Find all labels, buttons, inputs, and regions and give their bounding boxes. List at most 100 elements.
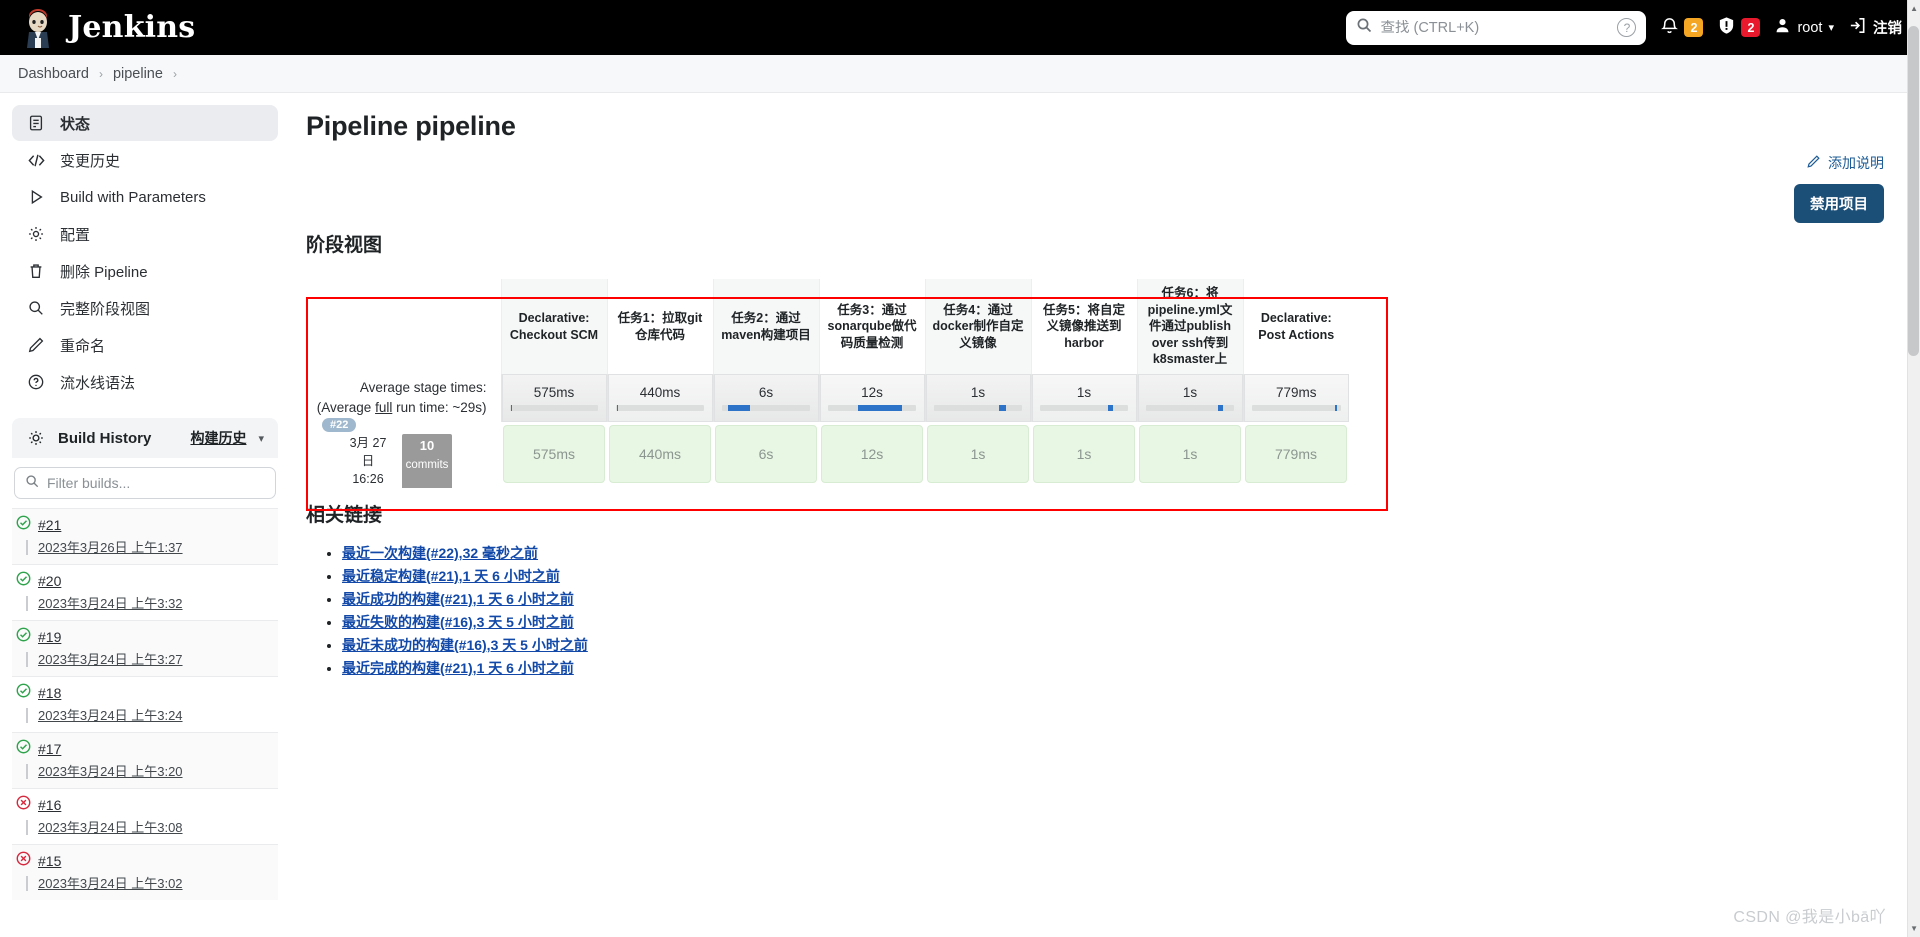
run-stage-cell-7[interactable]: 779ms — [1243, 422, 1349, 486]
run-build-number[interactable]: #22 — [322, 418, 357, 432]
build-history-item[interactable]: #20 2023年3月24日 上午3:32 — [12, 564, 278, 620]
build-date-link[interactable]: 2023年3月24日 上午3:20 — [26, 764, 183, 779]
average-time-bar-7 — [1251, 405, 1341, 411]
sidebar-item-configure[interactable]: 配置 — [12, 216, 278, 252]
stage-header-7[interactable]: Declarative: Post Actions — [1242, 279, 1349, 374]
page-scrollbar[interactable]: ▲ ▼ — [1907, 0, 1920, 937]
average-time-cell-3: 12s — [818, 374, 925, 422]
filter-builds-box[interactable] — [14, 467, 276, 499]
build-history-item[interactable]: #17 2023年3月24日 上午3:20 — [12, 732, 278, 788]
jenkins-logo-icon — [18, 8, 58, 48]
sidebar-item-delete-pipeline[interactable]: 删除 Pipeline — [12, 253, 278, 289]
build-number-link[interactable]: #16 — [38, 797, 61, 813]
sidebar-item-build-with-parameters[interactable]: Build with Parameters — [12, 179, 278, 215]
stage-header-3[interactable]: 任务3：通过sonarqube做代码质量检测 — [818, 279, 925, 374]
help-icon[interactable]: ? — [1617, 18, 1637, 37]
logout-button[interactable]: 注销 — [1848, 16, 1902, 39]
notifications[interactable]: 2 — [1660, 16, 1704, 40]
run-commits-badge[interactable]: 10 commits — [402, 434, 452, 489]
build-number-link[interactable]: #20 — [38, 573, 61, 589]
build-history-icon — [26, 428, 46, 448]
sidebar-item-rename[interactable]: 重命名 — [12, 327, 278, 363]
notification-count-badge[interactable]: 2 — [1684, 18, 1704, 37]
scroll-up-arrow-icon[interactable]: ▲ — [1910, 4, 1918, 13]
filter-builds-input[interactable] — [47, 475, 265, 491]
run-stage-cell-6[interactable]: 1s — [1137, 422, 1243, 486]
related-link-0[interactable]: 最近一次构建(#22),32 毫秒之前 — [342, 545, 538, 561]
run-date-line1: 3月 27 — [349, 436, 387, 450]
average-time-value-5: 1s — [1076, 385, 1092, 400]
user-menu[interactable]: root ▾ — [1774, 17, 1834, 38]
average-time-cell-0: 575ms — [500, 374, 607, 422]
run-stage-cell-5[interactable]: 1s — [1031, 422, 1137, 486]
build-history-item[interactable]: #21 2023年3月26日 上午1:37 — [12, 508, 278, 564]
stage-header-2[interactable]: 任务2：通过maven构建项目 — [712, 279, 819, 374]
related-link-1[interactable]: 最近稳定构建(#21),1 天 6 小时之前 — [342, 568, 560, 584]
global-search[interactable]: ? — [1346, 10, 1647, 45]
scroll-down-arrow-icon[interactable]: ▼ — [1910, 924, 1918, 933]
run-stage-cell-3[interactable]: 12s — [819, 422, 925, 486]
run-stage-value-3: 12s — [821, 425, 923, 483]
jenkins-brand[interactable]: Jenkins — [18, 8, 195, 48]
search-icon — [25, 474, 39, 493]
sidebar-item-full-stage-view[interactable]: 完整阶段视图 — [12, 290, 278, 326]
related-links-title: 相关链接 — [306, 505, 383, 526]
build-date-link[interactable]: 2023年3月26日 上午1:37 — [26, 540, 183, 555]
build-history-item[interactable]: #16 2023年3月24日 上午3:08 — [12, 788, 278, 844]
build-date-link[interactable]: 2023年3月24日 上午3:24 — [26, 708, 183, 723]
build-history-link[interactable]: 构建历史 — [190, 428, 246, 448]
run-build-info: #22 3月 27 日 16:26 10 commits — [306, 418, 501, 489]
run-stage-cell-4[interactable]: 1s — [925, 422, 1031, 486]
build-date-link[interactable]: 2023年3月24日 上午3:08 — [26, 820, 183, 835]
stage-header-6[interactable]: 任务6：将pipeline.yml文件通过publish over ssh传到k… — [1136, 279, 1243, 374]
sidebar-item-pipeline-syntax[interactable]: 流水线语法 — [12, 364, 278, 400]
stage-header-4[interactable]: 任务4：通过docker制作自定义镜像 — [924, 279, 1031, 374]
bell-icon[interactable] — [1660, 16, 1679, 40]
stage-header-1[interactable]: 任务1：拉取git仓库代码 — [606, 279, 713, 374]
related-link-4[interactable]: 最近未成功的构建(#16),3 天 5 小时之前 — [342, 637, 588, 653]
stage-header-5[interactable]: 任务5：将自定义镜像推送到harbor — [1030, 279, 1137, 374]
chevron-down-icon[interactable]: ▾ — [1828, 21, 1834, 34]
run-stage-cell-1[interactable]: 440ms — [607, 422, 713, 486]
average-time-cell-7: 779ms — [1242, 374, 1349, 422]
breadcrumb-pipeline[interactable]: pipeline — [113, 66, 163, 82]
related-link-2[interactable]: 最近成功的构建(#21),1 天 6 小时之前 — [342, 591, 574, 607]
person-icon — [1774, 17, 1791, 38]
build-date-link[interactable]: 2023年3月24日 上午3:02 — [26, 876, 183, 891]
build-history-item[interactable]: #18 2023年3月24日 上午3:24 — [12, 676, 278, 732]
chevron-down-icon[interactable]: ▾ — [258, 432, 264, 445]
main-content: Pipeline pipeline 添加说明 禁用项目 阶段视图 Declara… — [290, 93, 1920, 937]
sidebar-item-label-2: Build with Parameters — [60, 188, 206, 206]
scrollbar-thumb[interactable] — [1908, 26, 1919, 356]
run-stage-cell-0[interactable]: 575ms — [501, 422, 607, 486]
trash-icon — [26, 261, 46, 281]
build-number-link[interactable]: #18 — [38, 685, 61, 701]
logout-icon — [1848, 16, 1867, 39]
build-date-link[interactable]: 2023年3月24日 上午3:32 — [26, 596, 183, 611]
sidebar-item-label-6: 重命名 — [60, 337, 106, 355]
sidebar-item-status[interactable]: 状态 — [12, 105, 278, 141]
sidebar-item-changes[interactable]: 变更历史 — [12, 142, 278, 178]
security-alerts[interactable]: 2 — [1717, 16, 1761, 40]
build-date-link[interactable]: 2023年3月24日 上午3:27 — [26, 652, 183, 667]
related-link-3[interactable]: 最近失败的构建(#16),3 天 5 小时之前 — [342, 614, 574, 630]
build-history-item[interactable]: #19 2023年3月24日 上午3:27 — [12, 620, 278, 676]
disable-project-button[interactable]: 禁用项目 — [1794, 184, 1884, 223]
average-time-cell-1: 440ms — [606, 374, 713, 422]
breadcrumb-dashboard[interactable]: Dashboard — [18, 66, 89, 82]
run-stage-cell-2[interactable]: 6s — [713, 422, 819, 486]
build-number-link[interactable]: #17 — [38, 741, 61, 757]
related-link-5[interactable]: 最近完成的构建(#21),1 天 6 小时之前 — [342, 660, 574, 676]
search-input[interactable] — [1380, 19, 1610, 36]
sidebar-item-label-3: 配置 — [60, 226, 91, 244]
watermark: CSDN @我是小bā吖 — [1733, 909, 1886, 926]
stage-header-0[interactable]: Declarative: Checkout SCM — [500, 279, 607, 374]
build-number-link[interactable]: #15 — [38, 853, 61, 869]
average-time-value-7: 779ms — [1275, 385, 1317, 400]
add-description-button[interactable]: 添加说明 — [1806, 153, 1884, 173]
shield-alert-icon[interactable] — [1717, 16, 1736, 40]
build-history-item[interactable]: #15 2023年3月24日 上午3:02 — [12, 844, 278, 900]
build-number-link[interactable]: #21 — [38, 517, 61, 533]
build-number-link[interactable]: #19 — [38, 629, 61, 645]
security-count-badge[interactable]: 2 — [1741, 18, 1761, 37]
